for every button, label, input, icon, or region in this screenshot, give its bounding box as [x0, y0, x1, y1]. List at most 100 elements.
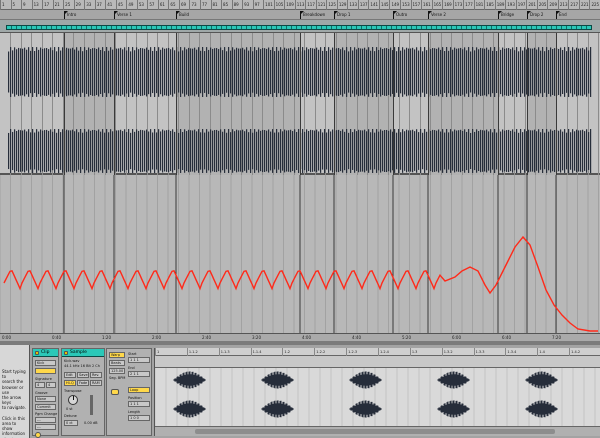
- seg-bpm-field[interactable]: 125.00: [109, 368, 125, 374]
- locator-marker[interactable]: Bridge: [498, 11, 525, 19]
- ruler-tick: 29: [73, 0, 81, 10]
- ruler-tick: 193: [505, 0, 515, 10]
- sample-activator[interactable]: [64, 351, 68, 355]
- locator-marker[interactable]: Outro: [393, 11, 426, 19]
- time-label: 6:00: [452, 335, 461, 340]
- clip-color-field[interactable]: [35, 368, 56, 374]
- ram-button[interactable]: RAM: [90, 380, 102, 386]
- ruler-tick: 41: [105, 0, 112, 10]
- hi-q-button[interactable]: Hi-Q: [64, 380, 76, 386]
- sample-editor-ruler[interactable]: 1 1.1.2 1.1.3 1.1.4 1.2 1.2.2 1.2.3 1.2.4 1.3 1.3…: [155, 348, 600, 356]
- ruler-tick: 45: [115, 0, 123, 10]
- ruler-tick: 125: [326, 0, 336, 10]
- clip-name-field[interactable]: Kick: [35, 360, 56, 366]
- detune-field[interactable]: 0 ct: [64, 420, 78, 426]
- grid-line: [598, 33, 599, 175]
- groove-chooser[interactable]: None: [35, 396, 56, 402]
- position-field[interactable]: 1 1 1: [128, 401, 150, 407]
- ruler-tick: 57: [147, 0, 154, 10]
- locator-line: [334, 33, 335, 175]
- info-text: area to show: [2, 421, 17, 432]
- reverse-button[interactable]: Rev.: [90, 372, 102, 378]
- sample-editor-scrollbar[interactable]: [155, 426, 600, 436]
- ruler-tick: 217: [568, 0, 578, 10]
- edit-button[interactable]: Edit: [64, 372, 76, 378]
- ruler-tick: 89: [231, 0, 239, 10]
- ruler-tick: 165: [431, 0, 441, 10]
- time-label: 0:40: [52, 335, 61, 340]
- ruler-tick: 25: [63, 0, 70, 10]
- save-button[interactable]: Save: [77, 372, 89, 378]
- ruler-tick: 81: [210, 0, 218, 10]
- clip-box-header[interactable]: Clip: [33, 349, 58, 357]
- ruler-tick: 153: [400, 0, 410, 10]
- ruler-tick: 13: [31, 0, 39, 10]
- gain-slider[interactable]: [90, 395, 93, 415]
- gain-value: 0.00 dB: [84, 421, 98, 425]
- ruler-tick: 33: [84, 0, 91, 10]
- launch-button[interactable]: [35, 432, 41, 438]
- ruler-tick: 69: [178, 0, 186, 10]
- start-field[interactable]: 1 1 1: [128, 357, 150, 363]
- automation-lane[interactable]: [0, 175, 600, 337]
- ruler-tick: 97: [252, 0, 260, 10]
- hi-q-toggle[interactable]: [111, 389, 119, 395]
- start-label: Start: [128, 352, 137, 356]
- ruler-tick: 181: [473, 0, 483, 10]
- clip-activator[interactable]: [35, 351, 39, 355]
- audio-clip[interactable]: [6, 25, 592, 30]
- bar-ruler[interactable]: 1 5 9 13 17 21 25 29 33 37 41 45 49 53 57 61 65 69 73 77 81 8…: [0, 0, 600, 10]
- sample-ruler-tick: 1.2.3: [346, 348, 358, 356]
- locator-lane[interactable]: Intro Verse 1 Build Breakdown Drop 1 Outro Ver…: [0, 10, 600, 20]
- info-text: information: [2, 431, 26, 437]
- arrangement-lanes[interactable]: [0, 33, 600, 175]
- time-label: 2:00: [152, 335, 161, 340]
- transpose-value: 0 st: [66, 407, 73, 411]
- locator-marker[interactable]: End: [556, 11, 596, 19]
- locator-marker[interactable]: Verse 2: [428, 11, 496, 19]
- locator-marker[interactable]: Verse 1: [114, 11, 174, 19]
- signature-numerator[interactable]: 4: [35, 382, 45, 388]
- end-field[interactable]: 2 1 1: [128, 371, 150, 377]
- ruler-tick: 177: [463, 0, 473, 10]
- ruler-tick: 113: [294, 0, 304, 10]
- ruler-tick: 189: [494, 0, 504, 10]
- warp-mode-chooser[interactable]: Beats: [109, 360, 125, 366]
- ruler-tick: 105: [273, 0, 283, 10]
- commit-button[interactable]: Commit: [35, 404, 56, 410]
- signature-denominator[interactable]: 4: [46, 382, 56, 388]
- clip-strip[interactable]: [0, 20, 600, 33]
- length-field[interactable]: 1 0 0: [128, 415, 150, 421]
- time-label: 2:40: [202, 335, 211, 340]
- sample-editor[interactable]: 1 1.1.2 1.1.3 1.1.4 1.2 1.2.2 1.2.3 1.2.4 1.3 1.3…: [154, 348, 600, 436]
- ruler-tick: 129: [336, 0, 346, 10]
- automation-curve[interactable]: [3, 235, 598, 332]
- sample-editor-waveform[interactable]: [154, 368, 600, 426]
- locator-marker[interactable]: Intro: [64, 11, 112, 19]
- signature-label: Signature: [35, 377, 52, 381]
- live-window: 1 5 9 13 17 21 25 29 33 37 41 45 49 53 57 61 65 69 73 77 81 8…: [0, 0, 600, 438]
- locator-marker[interactable]: Breakdown: [300, 11, 332, 19]
- transpose-knob[interactable]: [68, 395, 78, 405]
- ruler-tick: 93: [242, 0, 249, 10]
- warp-button[interactable]: Warp: [109, 352, 125, 358]
- sample-editor-markers[interactable]: [155, 356, 600, 368]
- time-label: 1:20: [102, 335, 111, 340]
- ruler-tick: 17: [42, 0, 49, 10]
- ruler-tick: 221: [578, 0, 589, 10]
- fade-button[interactable]: Fade: [77, 380, 89, 386]
- locator-line: [300, 33, 301, 175]
- ruler-tick: 21: [52, 0, 60, 10]
- clip-box-title: Clip: [41, 350, 50, 355]
- bank-field[interactable]: ---: [35, 417, 56, 423]
- sub-bank-field[interactable]: ---: [35, 424, 56, 430]
- locator-marker[interactable]: Build: [176, 11, 298, 19]
- sample-box-header[interactable]: Sample: [62, 349, 104, 357]
- loop-button[interactable]: Loop: [128, 387, 150, 393]
- locator-marker[interactable]: Drop 2: [527, 11, 554, 19]
- automation-envelope[interactable]: [0, 175, 600, 337]
- time-ruler[interactable]: 0:00 0:40 1:20 2:00 2:40 3:20 4:00 4:40 5:20 6:00…: [0, 333, 600, 341]
- scroll-thumb[interactable]: [195, 429, 555, 434]
- time-label: 4:40: [352, 335, 361, 340]
- locator-marker[interactable]: Drop 1: [334, 11, 391, 19]
